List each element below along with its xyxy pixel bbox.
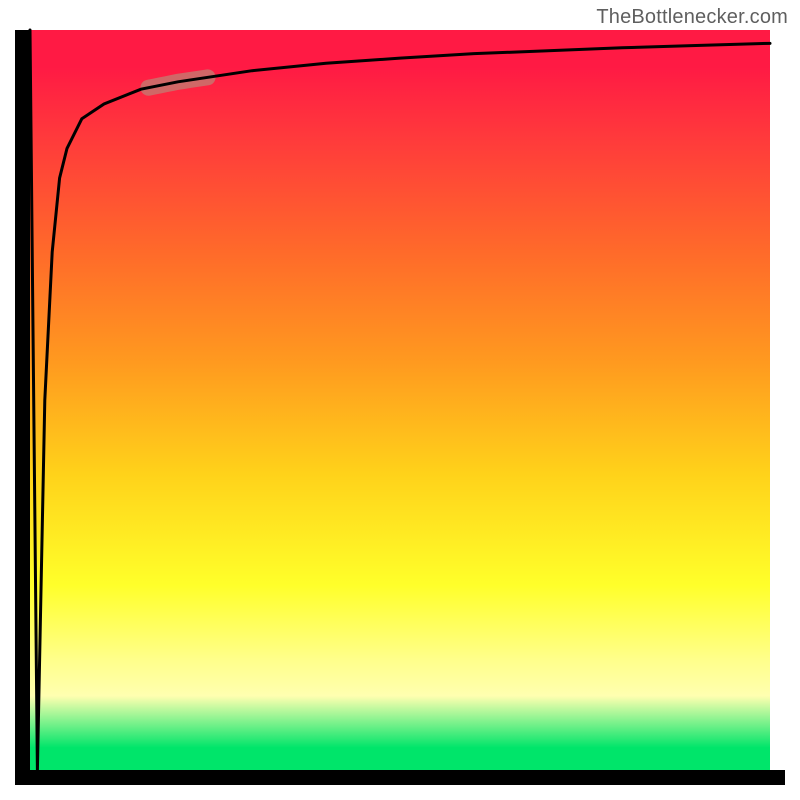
main-curve <box>30 30 770 770</box>
curve-svg <box>30 30 770 770</box>
x-axis <box>15 770 785 785</box>
attribution-label: TheBottlenecker.com <box>596 6 788 29</box>
chart-container: TheBottlenecker.com <box>0 0 800 800</box>
y-axis <box>15 30 30 770</box>
